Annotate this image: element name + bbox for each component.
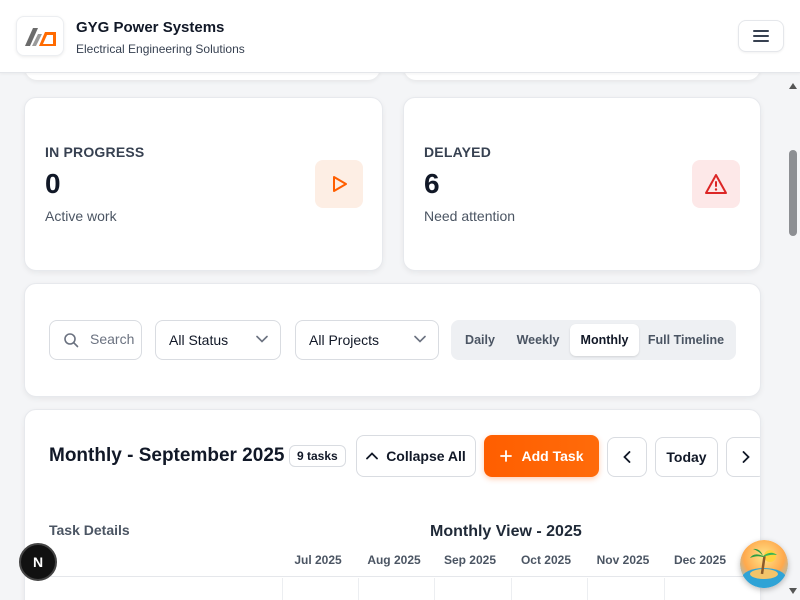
timeline-divider [25,576,760,577]
dev-tools-label: N [32,554,44,570]
logo-icon [25,28,56,46]
stat-subtext: Need attention [424,208,516,224]
plus-icon [499,450,512,462]
stat-icon-box [315,160,363,208]
month-header: Dec 2025 [673,553,727,567]
month-header: Jul 2025 [294,553,342,567]
alert-triangle-icon [705,174,727,194]
play-icon [333,176,347,192]
view-weekly-button[interactable]: Weekly [509,324,567,356]
brand-title: GYG Power Systems [76,19,225,36]
add-task-label: Add Task [521,448,584,464]
next-button[interactable] [726,437,760,477]
dev-tools-button[interactable]: N [19,543,57,581]
chevron-down-icon [256,335,268,343]
monthly-view-title: Monthly View - 2025 [430,523,582,540]
search-box[interactable] [49,320,142,360]
chevron-right-icon [742,451,750,463]
collapse-all-label: Collapse All [386,448,466,464]
menu-button[interactable] [738,20,784,52]
chevron-down-icon [414,335,426,343]
projects-select-value: All Projects [309,332,380,348]
view-switcher: Daily Weekly Monthly Full Timeline [451,320,736,360]
stat-card-delayed: DELAYED 6 Need attention [403,97,761,271]
column-divider [587,578,588,600]
today-label: Today [666,449,707,465]
timeline-card: Monthly - September 2025 9 tasks Collaps… [24,409,761,600]
status-select[interactable]: All Status [155,320,281,360]
prev-button[interactable] [607,437,647,477]
stat-label: IN PROGRESS [45,144,145,160]
column-divider [664,578,665,600]
scroll-thumb[interactable] [789,150,797,236]
page-scrollbar[interactable] [786,73,800,600]
column-divider [358,578,359,600]
search-icon [64,333,79,348]
hamburger-icon [753,30,769,42]
stat-subtext: Active work [45,208,117,224]
task-details-header: Task Details [49,522,130,538]
column-divider [282,578,283,600]
scroll-up-arrow[interactable] [789,83,797,89]
brand-logo[interactable] [16,16,64,56]
chevron-up-icon [366,452,379,460]
search-input[interactable] [90,331,136,347]
today-button[interactable]: Today [655,437,718,477]
status-select-value: All Status [169,332,229,348]
projects-select[interactable]: All Projects [295,320,439,360]
month-header: Nov 2025 [596,553,650,567]
month-header: Aug 2025 [367,553,421,567]
stat-icon-box [692,160,740,208]
column-divider [434,578,435,600]
collapse-all-button[interactable]: Collapse All [356,435,476,477]
stat-value: 6 [424,168,440,199]
app-header: GYG Power Systems Electrical Engineering… [0,0,800,73]
scroll-down-arrow[interactable] [789,588,797,594]
stat-card-in-progress: IN PROGRESS 0 Active work [24,97,383,271]
add-task-button[interactable]: Add Task [484,435,599,477]
filter-bar: All Status All Projects Daily Weekly Mon… [24,283,761,397]
month-header: Oct 2025 [520,553,572,567]
column-divider [511,578,512,600]
month-header: Sep 2025 [443,553,497,567]
chevron-left-icon [623,451,631,463]
stat-label: DELAYED [424,144,492,160]
view-full-timeline-button[interactable]: Full Timeline [643,324,729,356]
task-count-badge: 9 tasks [289,445,346,467]
stat-value: 0 [45,168,61,199]
view-daily-button[interactable]: Daily [457,324,503,356]
brand-subtitle: Electrical Engineering Solutions [76,42,245,56]
timeline-title: Monthly - September 2025 [49,445,285,466]
island-avatar-icon [740,540,788,588]
view-monthly-button[interactable]: Monthly [570,324,639,356]
assistant-avatar-button[interactable] [740,540,788,588]
